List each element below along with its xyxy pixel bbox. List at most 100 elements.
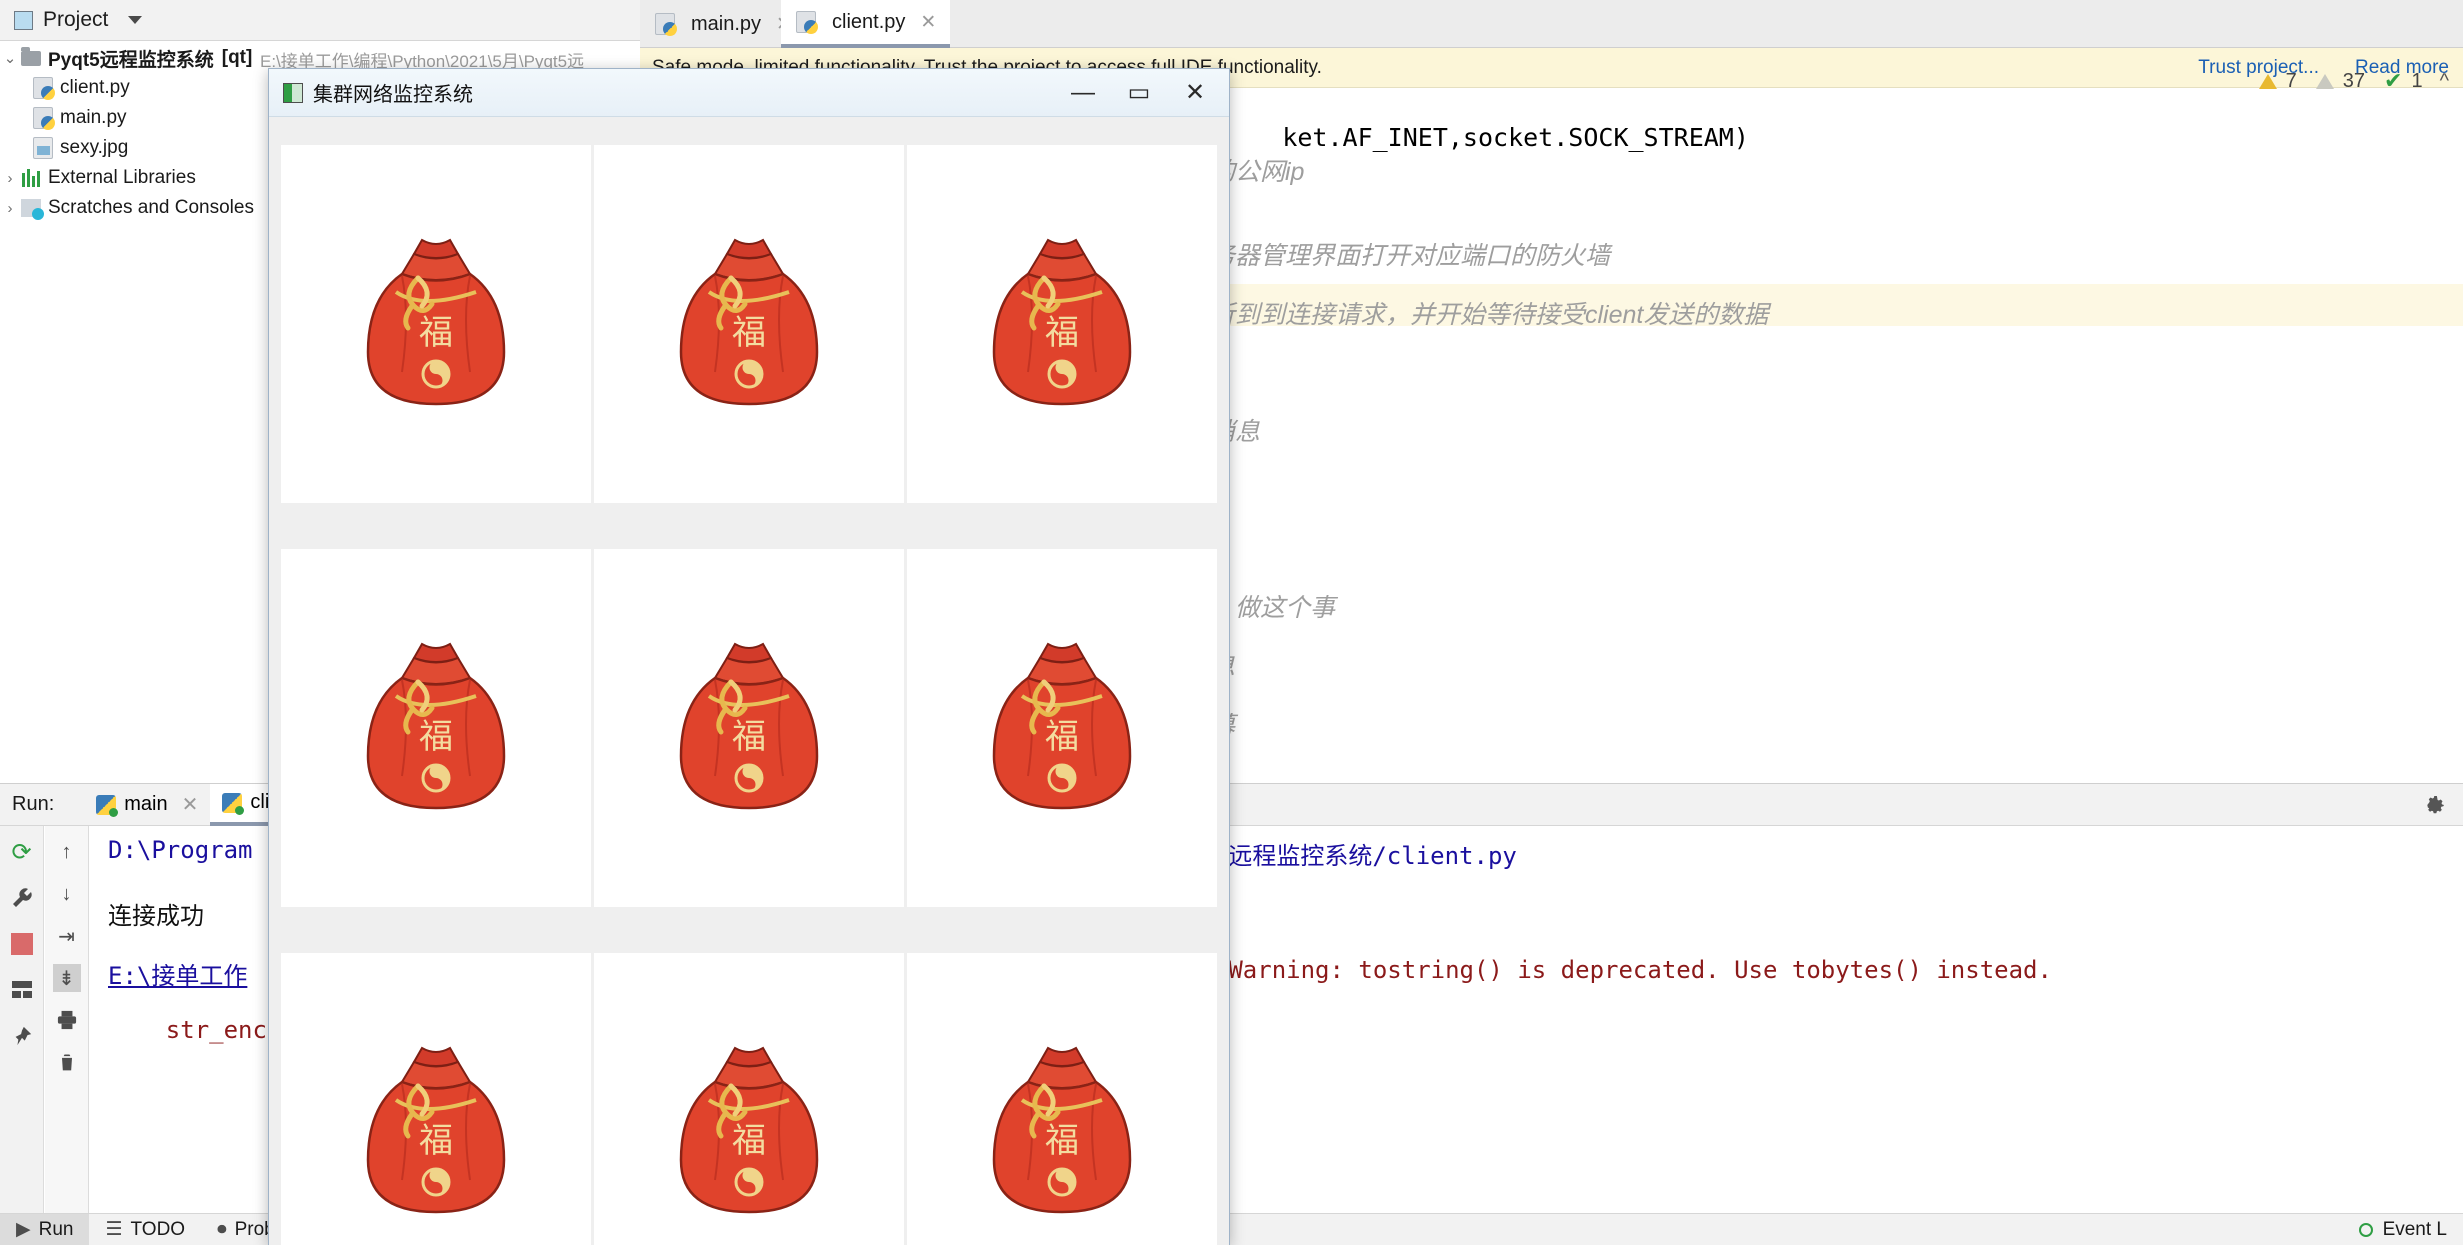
project-title-group[interactable]: Project — [0, 8, 143, 32]
svg-text:福: 福 — [419, 313, 453, 353]
svg-text:福: 福 — [732, 313, 766, 353]
chevron-right-icon[interactable]: › — [0, 170, 20, 187]
tree-item-scratches-and-consoles[interactable]: › Scratches and Consoles — [0, 193, 260, 223]
up-arrow-icon[interactable]: ↑ — [53, 838, 81, 866]
library-icon — [20, 167, 42, 189]
pin-icon[interactable] — [8, 1022, 36, 1050]
monitor-cell[interactable]: 福 — [907, 549, 1217, 907]
app-icon — [283, 82, 303, 103]
dialog-body: 福 福 福 福 福 福 福 福 福 — [269, 117, 1229, 1245]
svg-text:福: 福 — [419, 1121, 453, 1161]
lucky-bag-illustration: 福 — [366, 238, 506, 406]
editor-tabbar: main.py ✕ client.py ✕ — [640, 0, 2463, 48]
weak-warning-count: 37 — [2342, 69, 2366, 92]
maximize-button[interactable]: ▭ — [1111, 69, 1167, 117]
close-icon[interactable]: ✕ — [182, 792, 199, 817]
qt-dialog-window[interactable]: 集群网络监控系统 — ▭ ✕ 福 福 福 福 福 福 福 福 福 — [268, 68, 1230, 1245]
list-icon: ☰ — [105, 1219, 123, 1240]
svg-text:福: 福 — [1045, 313, 1079, 353]
tree-item-label: sexy.jpg — [60, 137, 129, 158]
tree-item-project-root[interactable]: ⌄ Pyqt5远程监控系统 [qt] — [0, 43, 260, 73]
lucky-bag-illustration: 福 — [366, 1046, 506, 1214]
monitor-cell[interactable]: 福 — [907, 953, 1217, 1245]
dialog-title: 集群网络监控系统 — [313, 84, 473, 106]
status-item-label: TODO — [130, 1218, 186, 1240]
monitor-grid: 福 福 福 福 福 福 福 福 福 — [281, 145, 1225, 1245]
svg-text:福: 福 — [1045, 1121, 1079, 1161]
console-link[interactable]: E:\接单工作 — [108, 956, 247, 991]
monitor-cell[interactable]: 福 — [281, 549, 591, 907]
event-log-label: Event L — [2382, 1218, 2447, 1240]
console-line: D:\Program — [108, 836, 253, 864]
monitor-cell[interactable]: 福 — [281, 145, 591, 503]
down-arrow-icon[interactable]: ↓ — [53, 880, 81, 908]
status-item-label: Run — [38, 1218, 74, 1240]
tree-item-client-py[interactable]: client.py — [0, 73, 260, 103]
run-tab-main[interactable]: main ✕ — [84, 784, 210, 826]
tree-item-external-libraries[interactable]: › External Libraries — [0, 163, 260, 193]
tree-item-label: Scratches and Consoles — [48, 197, 254, 218]
tree-item-badge: [qt] — [221, 47, 253, 68]
lucky-bag-illustration: 福 — [992, 642, 1132, 810]
lucky-bag-illustration: 福 — [679, 1046, 819, 1214]
tab-label: client.py — [832, 10, 906, 33]
monitor-cell[interactable]: 福 — [907, 145, 1217, 503]
tree-item-main-py[interactable]: main.py — [0, 103, 260, 133]
python-file-icon — [795, 11, 818, 34]
status-event-log[interactable]: Event L — [2358, 1218, 2463, 1241]
lucky-bag-illustration: 福 — [679, 238, 819, 406]
python-file-icon — [32, 77, 55, 100]
python-run-icon — [96, 794, 119, 817]
warning-count: 7 — [2285, 69, 2297, 92]
close-button[interactable]: ✕ — [1167, 69, 1223, 117]
soft-wrap-icon[interactable]: ⇥ — [53, 922, 81, 950]
chevron-expanded-icon[interactable]: ⌄ — [0, 49, 20, 67]
warning-icon — [2258, 73, 2277, 89]
monitor-cell[interactable]: 福 — [594, 953, 904, 1245]
tree-item-sexy-jpg[interactable]: sexy.jpg — [0, 133, 260, 163]
scratches-icon — [20, 197, 44, 220]
rerun-icon[interactable]: ⟳ — [8, 838, 36, 866]
console-line: ionWarning: tostring() is deprecated. Us… — [1185, 956, 2052, 984]
settings-wrench-icon[interactable] — [8, 884, 36, 912]
status-run-button[interactable]: ▶ Run — [0, 1213, 90, 1245]
print-icon[interactable] — [53, 1006, 81, 1034]
layout-icon[interactable] — [8, 976, 36, 1004]
python-file-icon — [654, 13, 677, 36]
stop-icon[interactable] — [8, 930, 36, 958]
scroll-to-end-icon[interactable]: ⇟ — [52, 964, 81, 992]
tree-item-label: External Libraries — [48, 167, 196, 188]
run-side-toolbar: ⟳ — [0, 826, 44, 1214]
chevron-right-icon[interactable]: › — [0, 200, 20, 217]
project-tree[interactable]: ⌄ Pyqt5远程监控系统 [qt] client.py main.py sex… — [0, 41, 260, 783]
monitor-cell[interactable]: 福 — [594, 145, 904, 503]
trash-icon[interactable] — [53, 1048, 81, 1076]
console-line: 连接成功 — [108, 903, 204, 930]
weak-warning-icon — [2315, 73, 2334, 89]
play-icon: ▶ — [16, 1219, 31, 1240]
check-count: 1 — [2411, 69, 2423, 92]
tree-item-label: Pyqt5远程监控系统 — [48, 49, 214, 71]
gear-icon[interactable] — [2423, 793, 2447, 823]
lucky-bag-illustration: 福 — [992, 1046, 1132, 1214]
console-line: qt5远程监控系统/client.py — [1185, 842, 1517, 870]
run-tab-label: main — [124, 793, 168, 815]
image-file-icon — [32, 137, 54, 159]
inspection-status[interactable]: 7 37 ✔ 1 ^ — [2258, 68, 2449, 94]
tree-item-label: client.py — [60, 77, 130, 98]
svg-text:福: 福 — [1045, 717, 1079, 757]
tab-client-py[interactable]: client.py ✕ — [781, 0, 951, 48]
folder-icon — [20, 46, 42, 69]
status-todo-button[interactable]: ☰ TODO — [89, 1214, 201, 1245]
tab-label: main.py — [691, 12, 762, 35]
project-panel-title: Project — [43, 8, 109, 31]
console-line: str_enco — [108, 1016, 282, 1044]
minimize-button[interactable]: — — [1055, 69, 1111, 117]
problems-icon: ⏺ — [217, 1218, 227, 1240]
monitor-cell[interactable]: 福 — [281, 953, 591, 1245]
dialog-title-bar[interactable]: 集群网络监控系统 — ▭ ✕ — [269, 69, 1229, 117]
monitor-cell[interactable]: 福 — [594, 549, 904, 907]
collapse-icon[interactable]: ^ — [2440, 70, 2449, 93]
close-icon[interactable]: ✕ — [920, 11, 936, 34]
chevron-down-icon[interactable] — [128, 16, 143, 24]
